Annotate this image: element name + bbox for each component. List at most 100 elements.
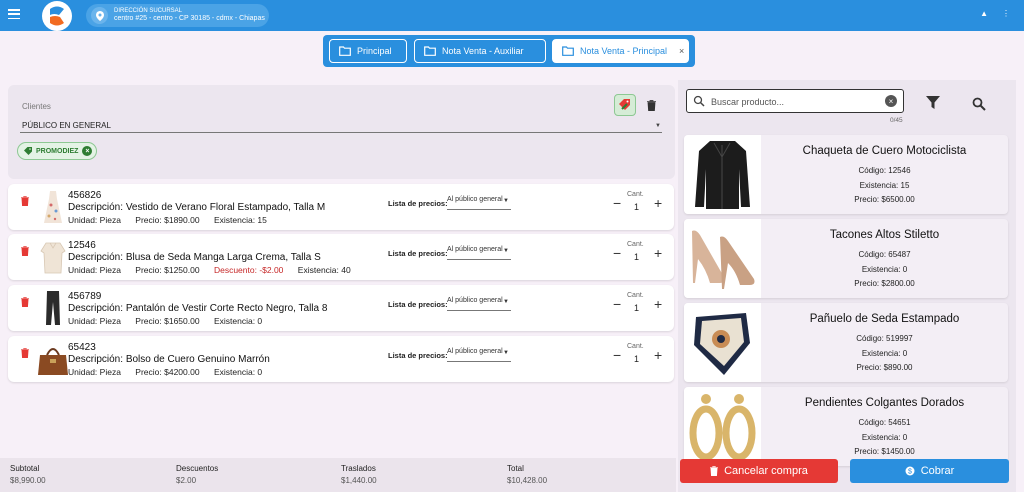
discounts-value: $2.00 (176, 476, 197, 485)
chevron-down-icon: ▼ (503, 198, 509, 204)
branch-address-pill[interactable]: DIRECCIÓN SUCURSAL centro #25 - centro -… (86, 4, 269, 27)
item-price: Precio: $1250.00 (135, 265, 200, 275)
pay-button[interactable]: $ Cobrar (850, 459, 1009, 483)
product-code: Código: 54651 (858, 418, 911, 427)
quantity-value[interactable]: 1 (634, 202, 639, 212)
clear-search-icon[interactable]: × (885, 95, 897, 107)
increment-button[interactable]: + (654, 347, 662, 363)
increment-button[interactable]: + (654, 245, 662, 261)
cart-item: 456789 Descripción: Pantalón de Vestir C… (8, 285, 674, 331)
decrement-button[interactable]: − (613, 296, 621, 312)
chevron-up-icon[interactable]: ▲ (980, 9, 988, 18)
client-panel: Clientes PÚBLICO EN GENERAL ▼ PROMODIEZ … (8, 85, 675, 179)
pay-label: Cobrar (920, 465, 955, 477)
quantity-stepper: − Cant. 1 + (611, 189, 665, 225)
promotion-button[interactable] (614, 94, 636, 116)
money-icon: $ (905, 466, 915, 476)
tab-principal[interactable]: Principal (329, 39, 407, 63)
price-list-label: Lista de precios: (388, 199, 448, 208)
increment-button[interactable]: + (654, 195, 662, 211)
item-unit: Unidad: Pieza (68, 215, 121, 225)
item-unit: Unidad: Pieza (68, 316, 121, 326)
product-name: Chaqueta de Cuero Motociclista (802, 145, 967, 157)
price-list-select[interactable]: Al público general ▼ (447, 348, 511, 362)
price-list-select[interactable]: Al público general ▼ (447, 246, 511, 260)
product-card[interactable]: Tacones Altos Stiletto Código: 65487 Exi… (684, 219, 1008, 298)
location-pin-icon (91, 7, 108, 24)
chevron-down-icon: ▼ (503, 248, 509, 254)
decrement-button[interactable]: − (613, 195, 621, 211)
quantity-label: Cant. (627, 241, 644, 248)
subtotal-label: Subtotal (10, 464, 40, 473)
trash-icon (710, 466, 719, 476)
tab-label: Nota Venta - Auxiliar (442, 46, 524, 56)
trash-icon[interactable] (21, 297, 29, 307)
cancel-purchase-button[interactable]: Cancelar compra (680, 459, 838, 483)
product-code: Código: 65487 (858, 250, 911, 259)
filter-icon[interactable] (926, 96, 940, 109)
cart-item: 456826 Descripción: Vestido de Verano Fl… (8, 184, 674, 230)
total-value: $10,428.00 (507, 476, 548, 485)
chevron-down-icon[interactable]: ▼ (655, 123, 661, 129)
trash-icon[interactable] (21, 348, 29, 358)
more-vert-icon[interactable]: ⋮ (1002, 9, 1010, 18)
quantity-value[interactable]: 1 (634, 354, 639, 364)
silk-scarf-image (684, 303, 761, 382)
handbag-image (38, 348, 68, 375)
promo-chip[interactable]: PROMODIEZ × (17, 142, 98, 160)
tab-label: Nota Venta - Principal (580, 46, 668, 56)
decrement-button[interactable]: − (613, 347, 621, 363)
price-list-select[interactable]: Al público general ▼ (447, 297, 511, 311)
quantity-value[interactable]: 1 (634, 252, 639, 262)
decrement-button[interactable]: − (613, 245, 621, 261)
trash-icon[interactable] (21, 196, 29, 206)
product-code: Código: 12546 (858, 166, 911, 175)
item-code: 12546 (68, 240, 96, 251)
item-stock: Existencia: 0 (213, 316, 263, 326)
app-logo (42, 1, 72, 31)
discounts-label: Descuentos (176, 464, 219, 473)
tag-icon (24, 147, 32, 155)
tab-nota-venta-principal[interactable]: Nota Venta - Principal × (552, 39, 689, 63)
item-stock: Existencia: 0 (213, 367, 263, 377)
product-price: Precio: $2800.00 (854, 279, 915, 288)
item-description: Blusa de Seda Manga Larga Crema, Talla S (125, 252, 321, 263)
price-list-label: Lista de precios: (388, 249, 448, 258)
quantity-label: Cant. (627, 191, 644, 198)
transfers-label: Traslados (341, 464, 376, 473)
item-unit: Unidad: Pieza (68, 265, 121, 275)
quantity-value[interactable]: 1 (634, 303, 639, 313)
product-stock: Existencia: 0 (861, 349, 908, 358)
quantity-stepper: − Cant. 1 + (611, 290, 665, 326)
menu-icon[interactable] (8, 9, 20, 19)
close-icon[interactable]: × (82, 146, 93, 156)
product-name: Tacones Altos Stiletto (829, 229, 940, 241)
search-input[interactable]: Buscar producto... × (686, 89, 904, 113)
item-price: Precio: $1890.00 (135, 215, 200, 225)
price-list-select[interactable]: Al público general ▼ (447, 196, 511, 210)
product-card[interactable]: Chaqueta de Cuero Motociclista Código: 1… (684, 135, 1008, 214)
item-code: 456789 (68, 291, 102, 302)
trash-icon[interactable] (21, 246, 29, 256)
search-icon[interactable] (972, 97, 986, 111)
tab-bar: Principal Nota Venta - Auxiliar Nota Ven… (323, 35, 695, 67)
result-count: 0/45 (890, 117, 903, 124)
client-select[interactable]: PÚBLICO EN GENERAL (22, 121, 111, 130)
transfers-value: $1,440.00 (341, 476, 377, 485)
pants-image (46, 291, 60, 325)
product-card[interactable]: Pendientes Colgantes Dorados Código: 546… (684, 387, 1008, 466)
close-tab-icon[interactable]: × (679, 46, 684, 56)
tab-nota-venta-auxiliar[interactable]: Nota Venta - Auxiliar (414, 39, 546, 63)
item-price: Precio: $1650.00 (135, 316, 200, 326)
product-card[interactable]: Pañuelo de Seda Estampado Código: 519997… (684, 303, 1008, 382)
branch-address: centro #25 - centro - CP 30185 - cdmx - … (114, 14, 265, 22)
client-label: Clientes (22, 102, 51, 111)
item-description: Vestido de Verano Floral Estampado, Tall… (125, 202, 326, 213)
search-placeholder: Buscar producto... (711, 97, 785, 107)
trash-icon (646, 99, 656, 111)
increment-button[interactable]: + (654, 296, 662, 312)
description-label: Descripción: (68, 202, 124, 213)
clear-cart-button[interactable] (642, 95, 660, 115)
item-code: 456826 (68, 190, 102, 201)
description-label: Descripción: (68, 354, 124, 365)
